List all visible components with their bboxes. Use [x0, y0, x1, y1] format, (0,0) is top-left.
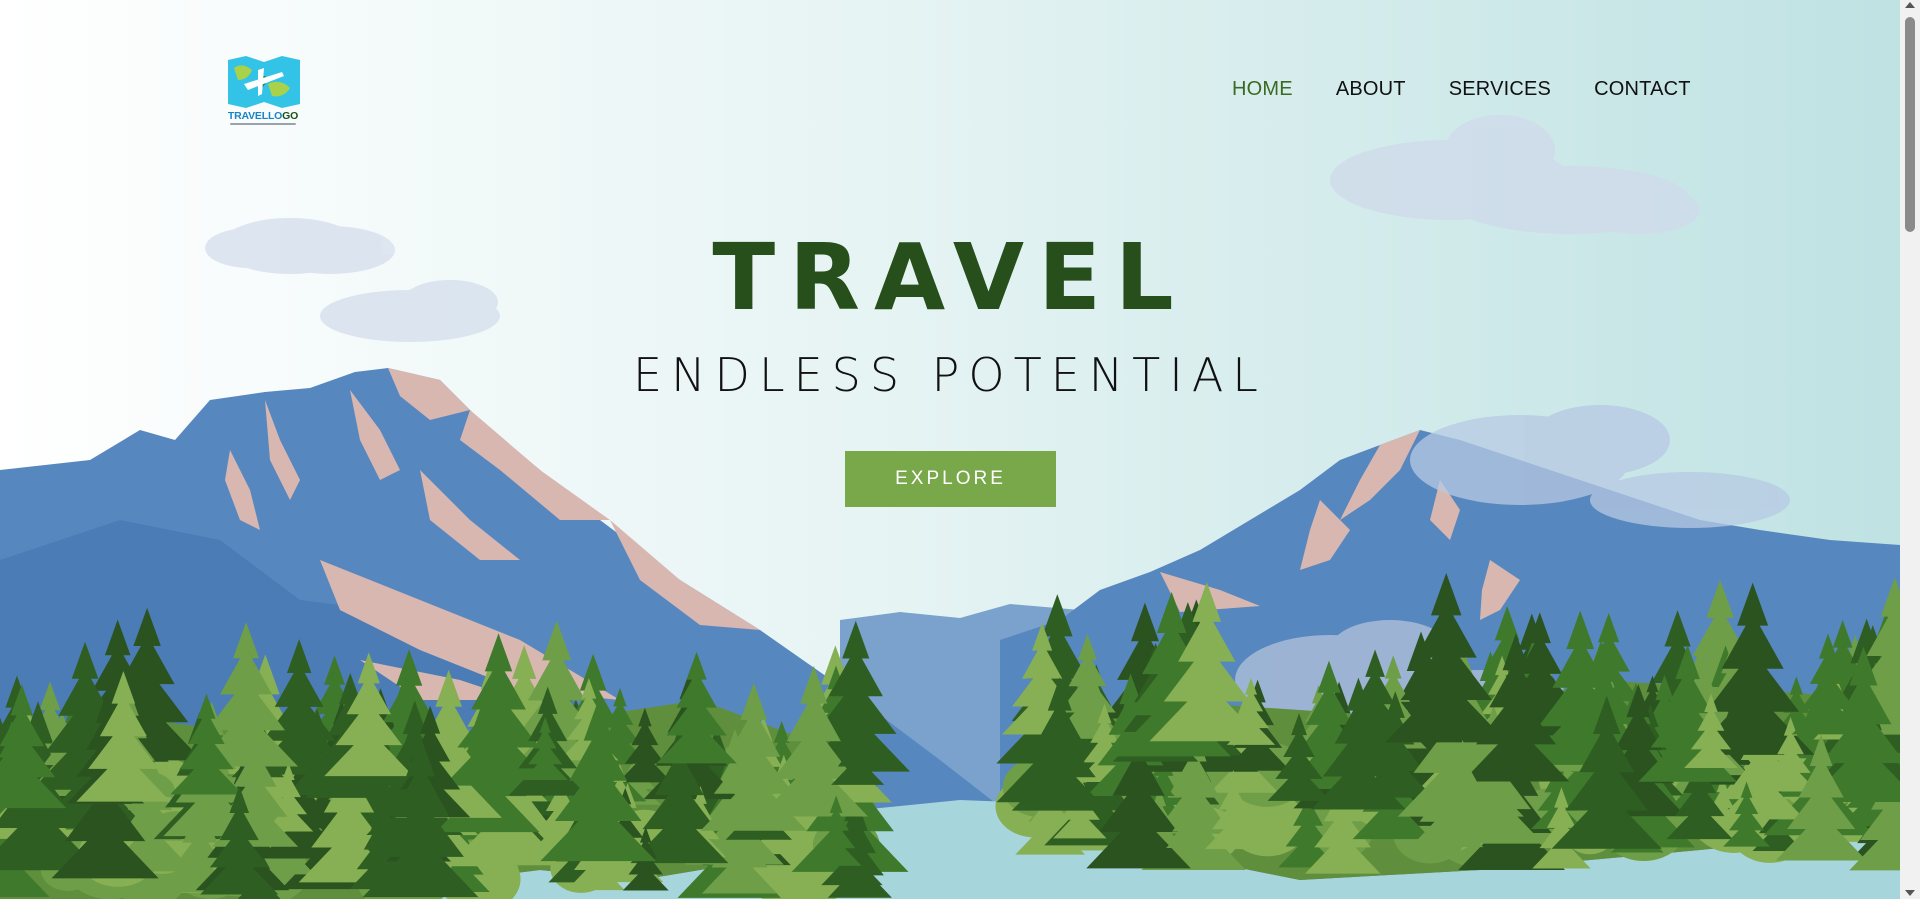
map-airplane-icon	[228, 56, 300, 108]
vertical-scrollbar[interactable]	[1900, 0, 1920, 899]
hero-background-illustration	[0, 0, 1900, 899]
explore-button[interactable]: EXPLORE	[845, 451, 1056, 507]
logo-tagline-line	[230, 123, 296, 125]
scroll-thumb[interactable]	[1905, 17, 1915, 232]
nav-home[interactable]: HOME	[1232, 78, 1293, 101]
main-nav: HOME ABOUT SERVICES CONTACT	[1232, 78, 1691, 101]
logo-wordmark: TRAVELLOGO	[227, 110, 299, 122]
scroll-up-arrow-icon[interactable]	[1905, 2, 1915, 8]
nav-contact[interactable]: CONTACT	[1594, 78, 1691, 101]
hero-subtitle: ENDLESS POTENTIAL	[633, 348, 1267, 402]
nav-about[interactable]: ABOUT	[1336, 78, 1406, 101]
hero-title: TRAVEL	[712, 224, 1188, 331]
page: TRAVELLOGO HOME ABOUT SERVICES CONTACT T…	[0, 0, 1900, 899]
scroll-down-arrow-icon[interactable]	[1905, 890, 1915, 896]
brand-logo[interactable]: TRAVELLOGO	[224, 54, 302, 128]
nav-services[interactable]: SERVICES	[1449, 78, 1551, 101]
